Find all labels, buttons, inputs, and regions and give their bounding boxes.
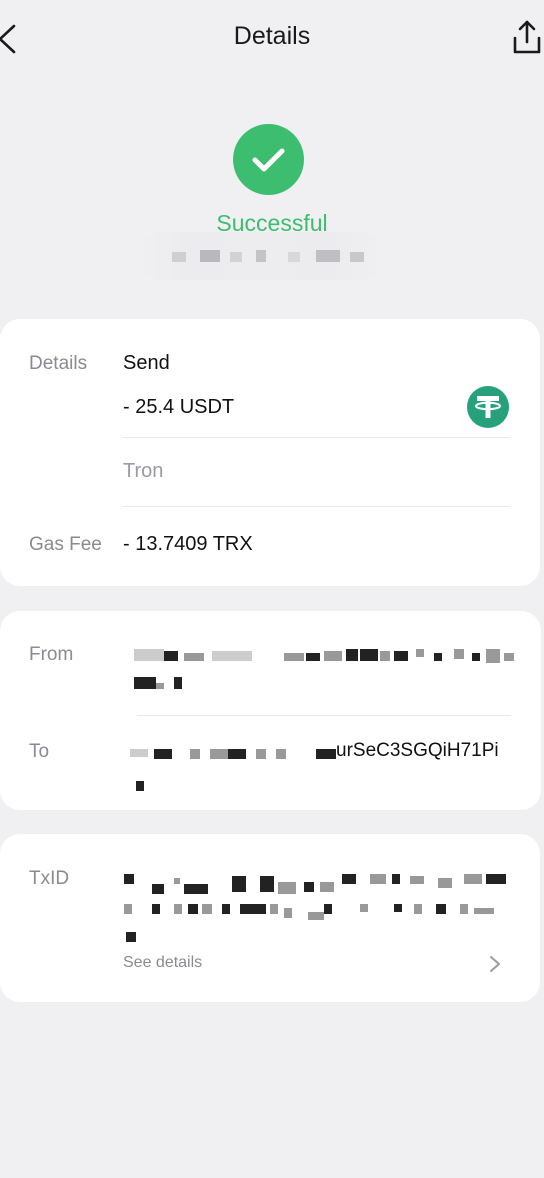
- txid-label: TxID: [29, 868, 70, 889]
- redacted-txid: [124, 874, 510, 944]
- divider: [123, 506, 510, 507]
- details-card: Details Send - 25.4 USDT Tron Gas Fee - …: [0, 319, 540, 586]
- redacted-to-address: [130, 743, 340, 793]
- gas-fee-value: - 13.7409 TRX: [123, 533, 253, 555]
- share-icon[interactable]: [510, 18, 544, 58]
- network-value: Tron: [123, 460, 164, 482]
- divider: [137, 715, 511, 716]
- redacted-date: [138, 232, 384, 280]
- to-label: To: [29, 741, 50, 762]
- addresses-card: From To urSeC3SGQiH71Pi: [0, 611, 541, 810]
- see-details-link[interactable]: See details: [123, 954, 202, 972]
- tether-icon: [467, 386, 509, 428]
- page-title: Details: [233, 22, 311, 50]
- divider: [123, 437, 510, 438]
- status-section: Successful: [0, 120, 544, 290]
- from-label: From: [29, 644, 74, 665]
- transaction-type: Send: [123, 352, 170, 374]
- redacted-from-address: [134, 647, 518, 697]
- top-bar: Details: [0, 0, 544, 76]
- txid-card: TxID See details: [0, 834, 540, 1002]
- to-address-tail: urSeC3SGQiH71Pi: [336, 740, 499, 761]
- details-label: Details: [29, 353, 88, 374]
- success-check-icon: [233, 124, 304, 195]
- chevron-right-icon[interactable]: [488, 954, 502, 974]
- amount-value: - 25.4 USDT: [123, 396, 235, 418]
- gas-fee-label: Gas Fee: [29, 534, 102, 555]
